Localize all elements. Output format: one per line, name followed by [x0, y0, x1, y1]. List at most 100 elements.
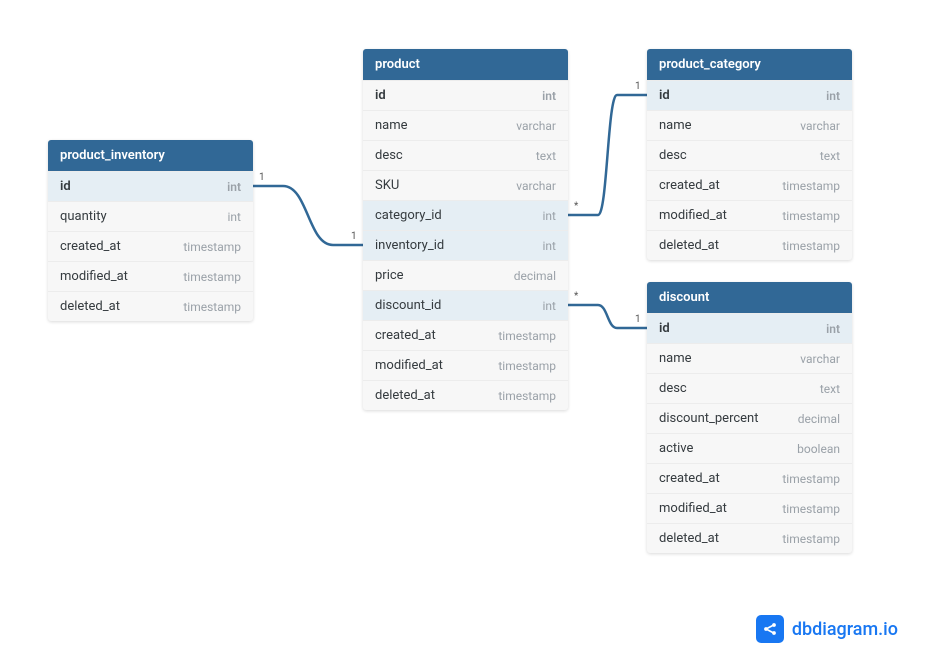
field-type: int	[543, 239, 556, 253]
field-type: timestamp	[782, 209, 840, 223]
footer-brand-text: dbdiagram.io	[792, 619, 898, 640]
share-icon	[756, 615, 784, 643]
field-name: modified_at	[60, 269, 128, 284]
field-type: text	[820, 149, 840, 163]
field-type: timestamp	[183, 240, 241, 254]
table-row[interactable]: quantity int	[48, 201, 253, 231]
table-row[interactable]: modified_at timestamp	[647, 200, 852, 230]
field-name: desc	[659, 148, 687, 163]
field-name: modified_at	[375, 358, 443, 373]
field-name: id	[375, 88, 386, 103]
table-row[interactable]: discount_id int	[363, 290, 568, 320]
field-name: created_at	[659, 178, 720, 193]
field-type: varchar	[516, 179, 556, 193]
table-header[interactable]: product	[363, 49, 568, 80]
diagram-canvas: product_inventoryidintquantityintcreated…	[0, 0, 926, 661]
table-row[interactable]: created_attimestamp	[647, 170, 852, 200]
field-name: price	[375, 268, 404, 283]
table-row[interactable]: id int	[647, 80, 852, 110]
field-name: id	[659, 321, 670, 336]
field-name: deleted_at	[60, 299, 120, 314]
table-row[interactable]: name varchar	[647, 110, 852, 140]
field-name: quantity	[60, 209, 107, 224]
field-name: deleted_at	[375, 388, 435, 403]
table-row[interactable]: namevarchar	[647, 343, 852, 373]
field-name: deleted_at	[659, 238, 719, 253]
relationship-line	[568, 95, 647, 215]
table-row[interactable]: inventory_idint	[363, 230, 568, 260]
field-type: timestamp	[183, 270, 241, 284]
field-name: SKU	[375, 178, 399, 193]
table-row[interactable]: id int	[363, 80, 568, 110]
field-name: created_at	[60, 239, 121, 254]
field-type: timestamp	[498, 359, 556, 373]
table-product_category[interactable]: product_categoryid int name varchar desc text…	[647, 49, 852, 260]
field-type: int	[543, 209, 556, 223]
field-type: decimal	[798, 412, 840, 426]
field-name: modified_at	[659, 501, 727, 516]
field-type: int	[228, 210, 241, 224]
table-header[interactable]: product_inventory	[48, 140, 253, 171]
field-type: text	[820, 382, 840, 396]
field-type: timestamp	[782, 239, 840, 253]
field-name: name	[659, 118, 692, 133]
table-row[interactable]: created_attimestamp	[647, 463, 852, 493]
table-row[interactable]: deleted_at timestamp	[647, 523, 852, 553]
cardinality-label: *	[574, 201, 578, 212]
cardinality-label: 1	[635, 314, 641, 325]
field-name: name	[375, 118, 408, 133]
table-row[interactable]: created_at timestamp	[363, 320, 568, 350]
table-row[interactable]: category_idint	[363, 200, 568, 230]
field-type: int	[542, 89, 556, 103]
field-type: timestamp	[498, 329, 556, 343]
field-type: varchar	[800, 119, 840, 133]
field-type: timestamp	[782, 532, 840, 546]
field-name: id	[659, 88, 670, 103]
field-type: timestamp	[782, 472, 840, 486]
field-name: created_at	[375, 328, 436, 343]
table-row[interactable]: discount_percent decimal	[647, 403, 852, 433]
field-type: timestamp	[183, 300, 241, 314]
field-name: desc	[375, 148, 403, 163]
table-row[interactable]: name varchar	[363, 110, 568, 140]
field-name: discount_id	[375, 298, 441, 313]
field-type: int	[826, 322, 840, 336]
table-row[interactable]: desc text	[363, 140, 568, 170]
table-row[interactable]: id int	[48, 171, 253, 201]
cardinality-label: *	[574, 291, 578, 302]
table-row[interactable]: modified_at timestamp	[647, 493, 852, 523]
table-row[interactable]: SKU varchar	[363, 170, 568, 200]
field-type: timestamp	[782, 502, 840, 516]
field-name: desc	[659, 381, 687, 396]
field-type: text	[536, 149, 556, 163]
table-header[interactable]: product_category	[647, 49, 852, 80]
table-discount[interactable]: discount id int namevarchar desc text discount…	[647, 282, 852, 553]
table-row[interactable]: modified_at timestamp	[48, 261, 253, 291]
table-row[interactable]: deleted_at timestamp	[48, 291, 253, 321]
field-type: int	[543, 299, 556, 313]
table-row[interactable]: desc text	[647, 140, 852, 170]
field-name: discount_percent	[659, 411, 759, 426]
field-type: int	[227, 180, 241, 194]
field-type: int	[826, 89, 840, 103]
field-type: decimal	[514, 269, 556, 283]
field-type: boolean	[797, 442, 840, 456]
table-row[interactable]: desc text	[647, 373, 852, 403]
field-type: timestamp	[498, 389, 556, 403]
table-row[interactable]: created_at timestamp	[48, 231, 253, 261]
table-product[interactable]: product id int name varchar desc text SKU varcha…	[363, 49, 568, 410]
table-product_inventory[interactable]: product_inventoryid int quantity int created…	[48, 140, 253, 321]
table-row[interactable]: activeboolean	[647, 433, 852, 463]
field-type: varchar	[516, 119, 556, 133]
table-row[interactable]: price decimal	[363, 260, 568, 290]
table-row[interactable]: deleted_at timestamp	[363, 380, 568, 410]
field-name: modified_at	[659, 208, 727, 223]
table-row[interactable]: deleted_at timestamp	[647, 230, 852, 260]
cardinality-label: 1	[635, 81, 641, 92]
footer-brand: dbdiagram.io	[756, 615, 898, 643]
field-name: deleted_at	[659, 531, 719, 546]
table-row[interactable]: modified_at timestamp	[363, 350, 568, 380]
table-header[interactable]: discount	[647, 282, 852, 313]
table-row[interactable]: id int	[647, 313, 852, 343]
field-name: id	[60, 179, 71, 194]
